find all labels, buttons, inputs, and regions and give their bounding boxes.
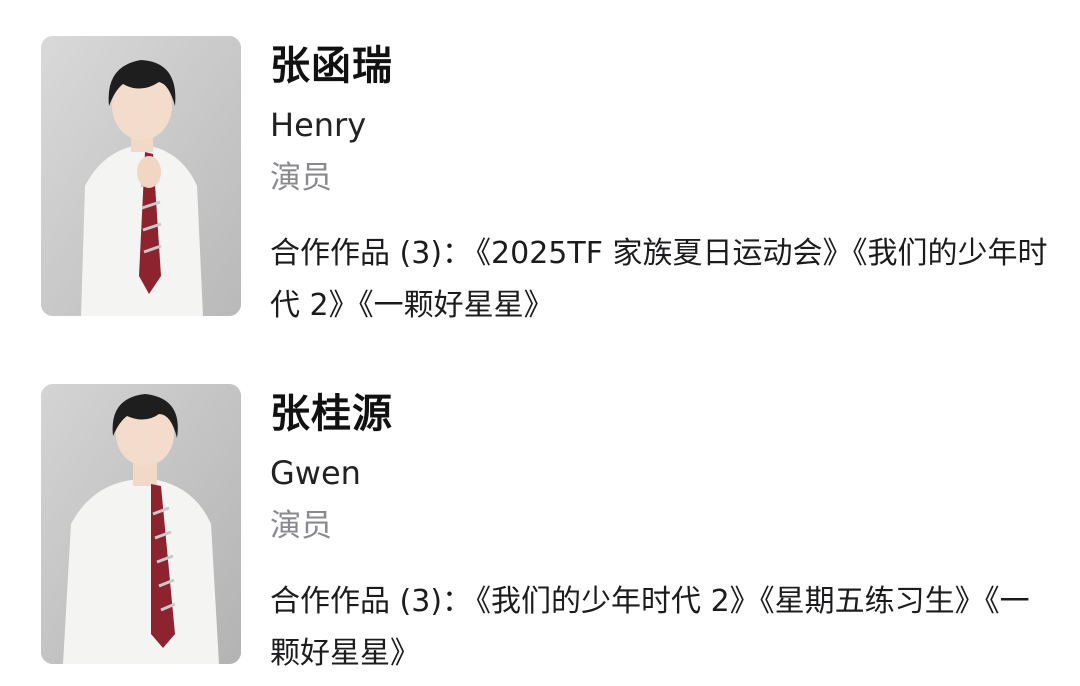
profile-english-name: Henry — [270, 106, 367, 144]
profile-photo[interactable] — [41, 384, 241, 664]
profile-name: 张函瑞 — [270, 43, 393, 89]
profile-english-name: Gwen — [270, 454, 361, 492]
works-label: 合作作品 (3)： — [270, 236, 473, 271]
profile-list: 张函瑞 Henry 演员 合作作品 (3)： 《2025TF 家族夏日运动会》《我… — [0, 0, 1080, 686]
profile-photo[interactable] — [41, 36, 241, 316]
works-label: 合作作品 (3)： — [270, 584, 473, 619]
collaboration-works: 合作作品 (3)： 《2025TF 家族夏日运动会》《我们的少年时代 2》《一颗好… — [270, 228, 1050, 332]
profile-role: 演员 — [270, 508, 332, 544]
person-portrait-icon — [41, 36, 241, 316]
collaboration-works: 合作作品 (3)： 《我们的少年时代 2》《星期五练习生》《一颗好星星》 — [270, 576, 1050, 680]
profile-name: 张桂源 — [270, 391, 393, 437]
person-portrait-icon — [41, 384, 241, 664]
profile-role: 演员 — [270, 160, 332, 196]
